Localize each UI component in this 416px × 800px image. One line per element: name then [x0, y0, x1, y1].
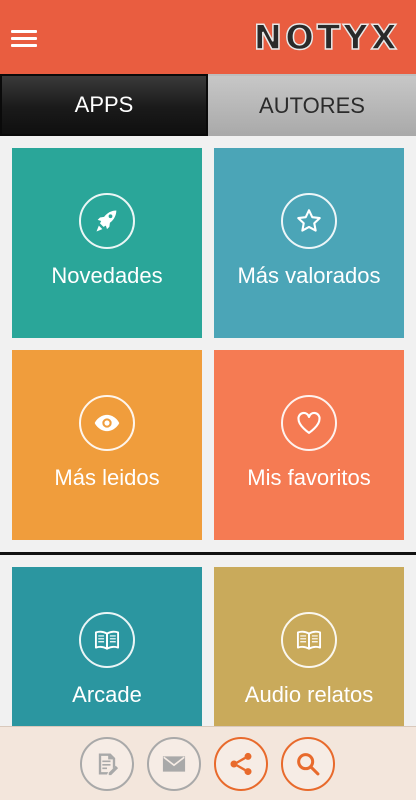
rocket-icon	[79, 193, 135, 249]
search-icon	[297, 753, 320, 776]
bottom-action-bar	[0, 726, 416, 800]
star-icon	[281, 193, 337, 249]
tab-apps-label: APPS	[74, 92, 134, 117]
tab-autores[interactable]: AUTORES	[208, 74, 416, 136]
app-bar: NOTYX	[0, 0, 416, 74]
tile-label: Mis favoritos	[247, 465, 371, 490]
tile-mas-leidos[interactable]: Más leidos	[12, 350, 202, 540]
search-button[interactable]	[281, 737, 335, 791]
hamburger-menu-icon[interactable]	[8, 22, 40, 54]
heart-icon	[281, 395, 337, 451]
book-icon	[79, 612, 135, 668]
tile-label: Novedades	[51, 263, 163, 288]
tab-autores-label: AUTORES	[259, 93, 365, 118]
app-logo: NOTYX	[253, 17, 400, 59]
logo-text: NOTYX	[253, 17, 400, 59]
tab-bar: APPS AUTORES	[0, 74, 416, 136]
tile-label: Audio relatos	[244, 682, 374, 707]
tile-mis-favoritos[interactable]: Mis favoritos	[214, 350, 404, 540]
eye-icon	[79, 395, 135, 451]
mail-icon	[162, 756, 186, 772]
mail-button[interactable]	[147, 737, 201, 791]
tile-novedades[interactable]: Novedades	[12, 148, 202, 338]
tile-mas-valorados[interactable]: Más valorados	[214, 148, 404, 338]
tile-label: Más leidos	[54, 465, 160, 490]
tab-apps[interactable]: APPS	[0, 74, 208, 136]
edit-document-icon	[98, 753, 119, 776]
share-icon	[230, 752, 252, 776]
section-divider	[0, 552, 416, 555]
tile-label: Arcade	[72, 682, 142, 707]
book-icon	[281, 612, 337, 668]
edit-document-button[interactable]	[80, 737, 134, 791]
share-button[interactable]	[214, 737, 268, 791]
tile-label: Más valorados	[237, 263, 381, 288]
